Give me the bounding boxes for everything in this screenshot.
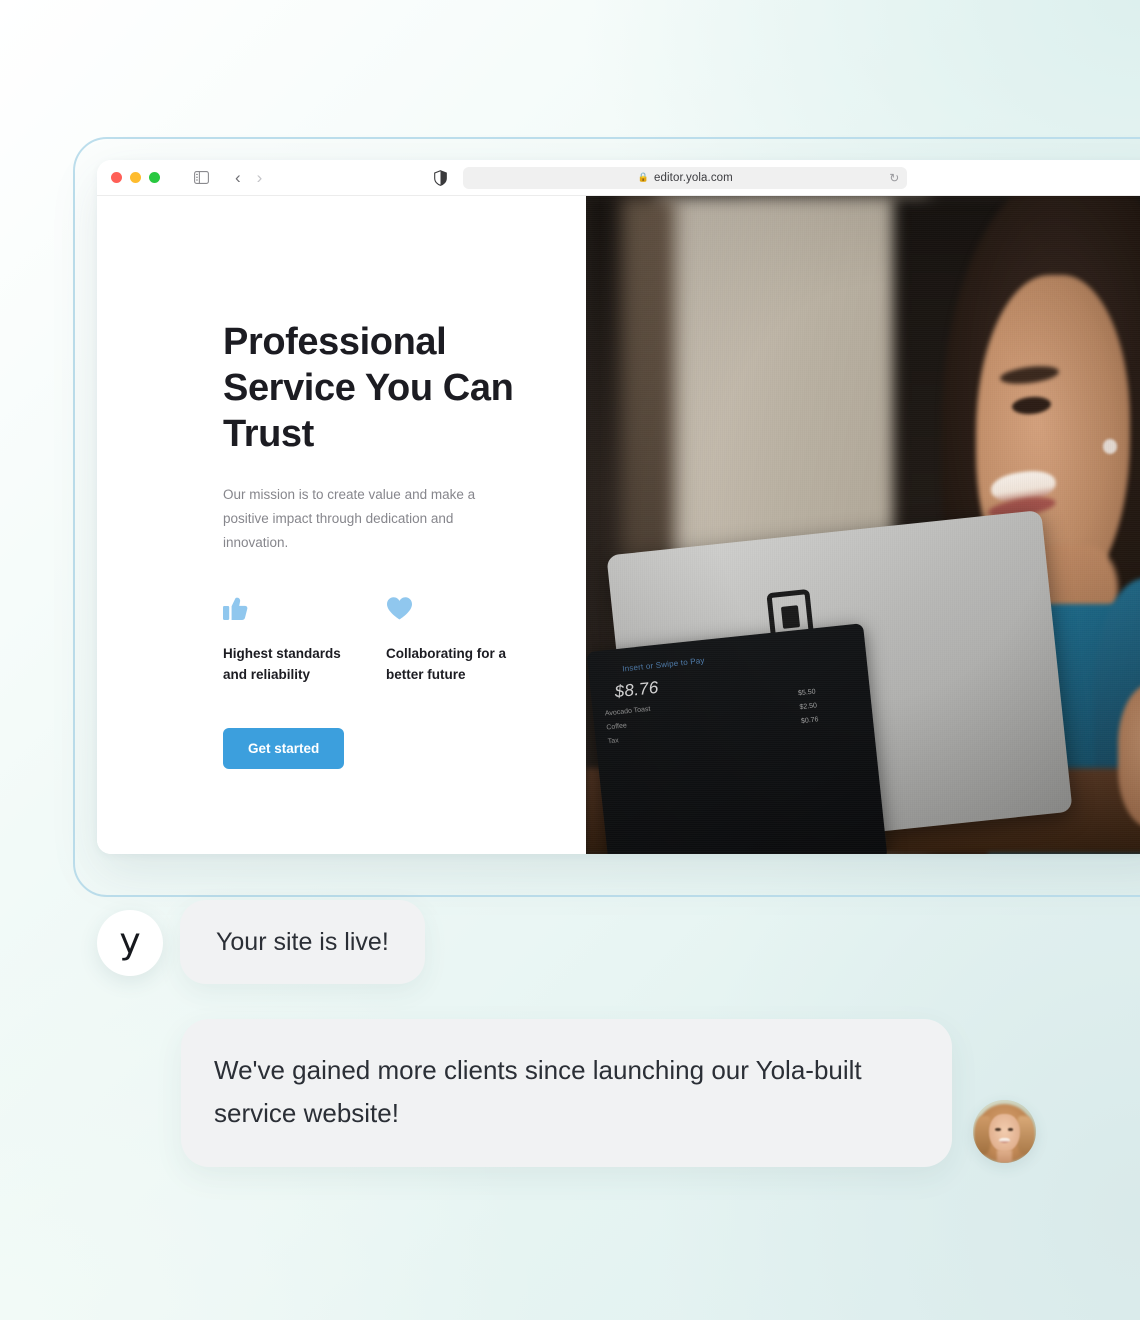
page-title: Professional Service You Can Trust	[223, 321, 514, 455]
lock-icon: 🔒	[637, 172, 650, 182]
thumbs-up-icon	[223, 596, 386, 626]
close-window-button[interactable]	[111, 172, 122, 183]
feature-grid: Highest standards and reliability Collab…	[223, 596, 586, 685]
feature-item-standards: Highest standards and reliability	[223, 596, 386, 685]
forward-icon[interactable]: ›	[257, 169, 263, 186]
chat-bubble-text: We've gained more clients since launchin…	[214, 1055, 862, 1128]
chat-bubble: We've gained more clients since launchin…	[181, 1019, 952, 1167]
avatar-neck	[996, 1150, 1013, 1163]
chat-bubble: Your site is live!	[180, 900, 425, 984]
reload-icon[interactable]: ↻	[889, 172, 899, 184]
chat-message-yola: y Your site is live!	[97, 900, 425, 984]
heart-icon	[386, 596, 549, 626]
avatar-face	[989, 1113, 1020, 1152]
chat-message-user: We've gained more clients since launchin…	[181, 1019, 1036, 1167]
yola-logo-avatar: y	[97, 909, 163, 976]
avatar-eye-right	[1007, 1127, 1014, 1131]
get-started-button[interactable]: Get started	[223, 728, 345, 769]
browser-toolbar: ‹ › 🔒 editor.yola.com ↻	[97, 160, 1140, 196]
feature-label: Highest standards and reliability	[223, 646, 341, 682]
feature-label: Collaborating for a better future	[386, 646, 507, 682]
photo-grain	[586, 196, 1140, 854]
url-text: editor.yola.com	[654, 171, 733, 184]
feature-item-collaborating: Collaborating for a better future	[386, 596, 549, 685]
shield-icon[interactable]	[434, 169, 448, 186]
browser-window: ‹ › 🔒 editor.yola.com ↻ Professional Ser…	[97, 160, 1140, 854]
avatar-smile	[998, 1137, 1011, 1143]
address-bar[interactable]: 🔒 editor.yola.com ↻	[463, 166, 908, 189]
hero-photo: Insert or Swipe to Pay $8.76 Avocado Toa…	[586, 196, 1140, 854]
sidebar-icon[interactable]	[194, 171, 209, 184]
hero-copy-column: Professional Service You Can Trust Our m…	[97, 196, 586, 854]
back-icon[interactable]: ‹	[235, 169, 241, 186]
hero-subtext: Our mission is to create value and make …	[223, 487, 476, 550]
site-preview: Professional Service You Can Trust Our m…	[97, 196, 1140, 854]
avatar	[973, 1100, 1036, 1163]
minimize-window-button[interactable]	[130, 172, 141, 183]
chat-bubble-text: Your site is live!	[216, 928, 389, 956]
maximize-window-button[interactable]	[149, 172, 160, 183]
window-controls[interactable]	[111, 172, 160, 183]
yola-logo-glyph: y	[119, 920, 141, 962]
avatar-eye-left	[995, 1127, 1001, 1131]
